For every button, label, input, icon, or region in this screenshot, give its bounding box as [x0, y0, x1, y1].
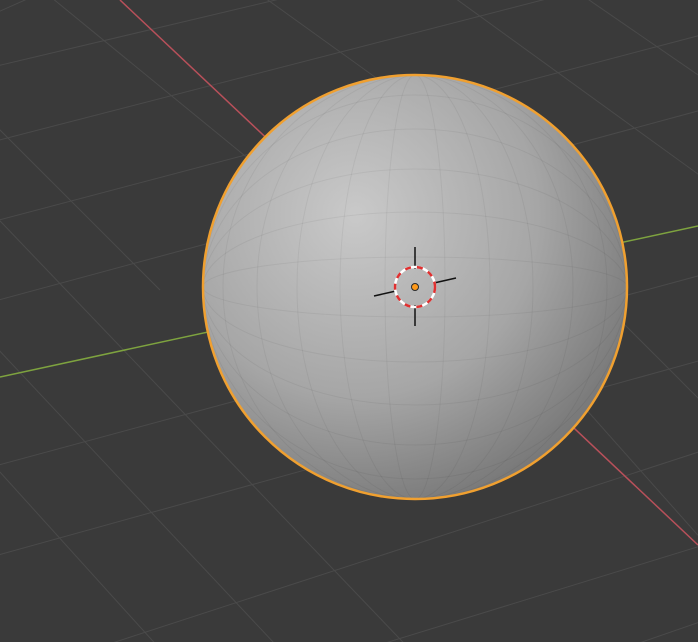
3d-viewport[interactable] [0, 0, 698, 642]
object-origin-dot [411, 283, 419, 291]
